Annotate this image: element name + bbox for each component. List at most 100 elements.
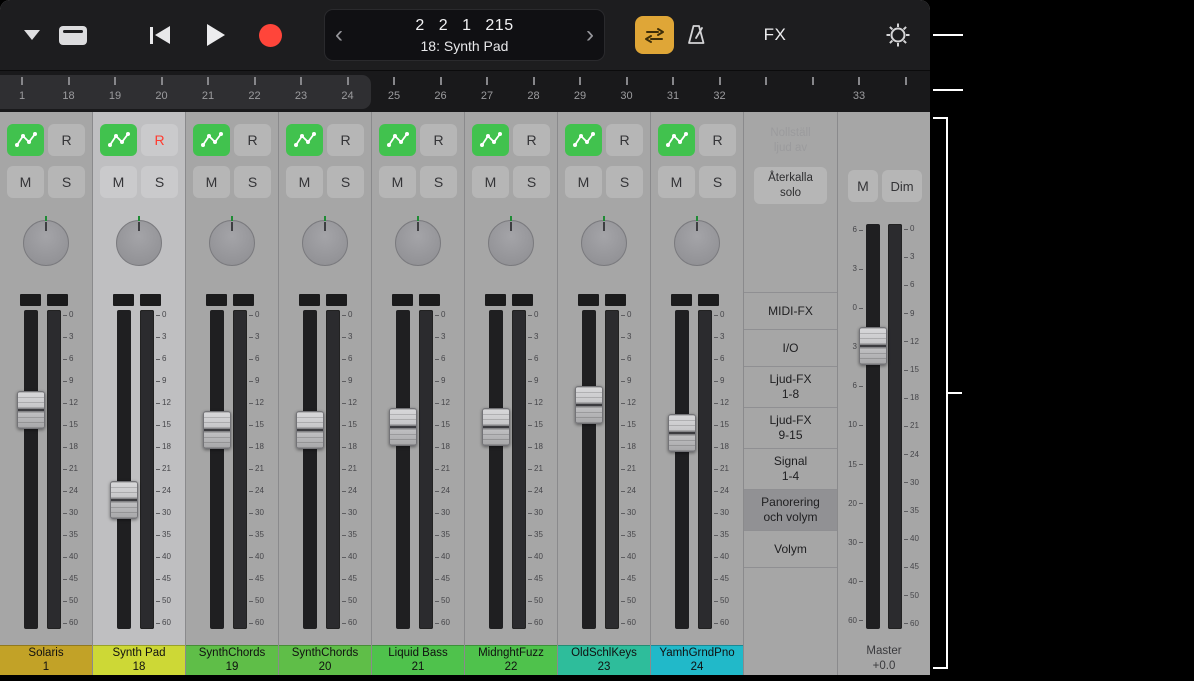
library-button[interactable]	[58, 25, 88, 46]
automation-button[interactable]	[193, 124, 230, 156]
cycle-button[interactable]	[635, 16, 674, 54]
pan-knob[interactable]	[581, 220, 627, 266]
pan-knob[interactable]	[116, 220, 162, 266]
fx-button[interactable]: FX	[759, 25, 791, 45]
track-name: SynthChords	[292, 647, 358, 661]
solo-button[interactable]: S	[699, 166, 736, 198]
disclosure-menu-icon[interactable]	[24, 30, 40, 40]
fader-zone: 03691215182124303540455060	[372, 292, 464, 645]
channel-strip[interactable]: R M S 03691215182124303540455060 SynthCh…	[186, 112, 279, 675]
mute-button[interactable]: M	[658, 166, 695, 198]
record-enable-button[interactable]: R	[606, 124, 643, 156]
automation-button[interactable]	[379, 124, 416, 156]
pan-pointer	[324, 222, 326, 231]
scale-mark: 50	[342, 597, 368, 605]
reset-mute-button[interactable]: Nollställ ljud av	[750, 126, 831, 156]
pan-knob[interactable]	[23, 220, 69, 266]
ruler-tick	[347, 77, 349, 85]
pan-knob[interactable]	[302, 220, 348, 266]
pan-knob[interactable]	[488, 220, 534, 266]
record-enable-button[interactable]: R	[420, 124, 457, 156]
metronome-button[interactable]	[685, 23, 708, 46]
automation-button[interactable]	[7, 124, 44, 156]
master-mute-button[interactable]: M	[848, 170, 878, 202]
play-button[interactable]	[207, 24, 225, 46]
fader-zone: 03691215182124303540455060	[186, 292, 278, 645]
track-label[interactable]: Solaris 1	[0, 645, 92, 675]
track-label[interactable]: SynthChords 20	[279, 645, 371, 675]
record-enable-button[interactable]: R	[327, 124, 364, 156]
track-label[interactable]: Liquid Bass 21	[372, 645, 464, 675]
channel-strip[interactable]: R M S 03691215182124303540455060 Solaris…	[0, 112, 93, 675]
master-fader-cap[interactable]	[859, 327, 887, 365]
mute-button[interactable]: M	[100, 166, 137, 198]
pan-knob[interactable]	[395, 220, 441, 266]
automation-button[interactable]	[658, 124, 695, 156]
fader-cap[interactable]	[389, 408, 417, 446]
automation-button[interactable]	[286, 124, 323, 156]
automation-button[interactable]	[100, 124, 137, 156]
track-label[interactable]: SynthChords 19	[186, 645, 278, 675]
solo-button[interactable]: S	[141, 166, 178, 198]
fader-cap[interactable]	[203, 411, 231, 449]
track-number: 22	[505, 661, 518, 675]
record-button[interactable]	[259, 24, 282, 47]
record-enable-button[interactable]: R	[48, 124, 85, 156]
fader-cap[interactable]	[575, 386, 603, 424]
master-strip[interactable]: M Dim 63036101520304060 0369121518212430…	[838, 112, 930, 675]
strips-container: R M S 03691215182124303540455060 Solaris…	[0, 112, 744, 675]
automation-button[interactable]	[565, 124, 602, 156]
fader-cap[interactable]	[296, 411, 324, 449]
mute-button[interactable]: M	[472, 166, 509, 198]
solo-button[interactable]: S	[48, 166, 85, 198]
view-audio-fx-1-8[interactable]: Ljud-FX 1-8	[744, 367, 837, 408]
solo-button[interactable]: S	[606, 166, 643, 198]
fader-cap[interactable]	[482, 408, 510, 446]
rewind-button[interactable]	[150, 26, 170, 44]
view-volume[interactable]: Volym	[744, 531, 837, 568]
view-io[interactable]: I/O	[744, 330, 837, 367]
track-label[interactable]: Synth Pad 18	[93, 645, 185, 675]
mute-button[interactable]: M	[286, 166, 323, 198]
track-label[interactable]: OldSchlKeys 23	[558, 645, 650, 675]
channel-strip[interactable]: R M S 03691215182124303540455060 YamhGrn…	[651, 112, 744, 675]
channel-strip[interactable]: R M S 03691215182124303540455060 OldSchl…	[558, 112, 651, 675]
mute-button[interactable]: M	[565, 166, 602, 198]
record-enable-button[interactable]: R	[141, 124, 178, 156]
pan-pointer	[510, 222, 512, 231]
ruler-number: 30	[620, 90, 632, 102]
channel-strip[interactable]: R M S 03691215182124303540455060 Midnght…	[465, 112, 558, 675]
lcd-prev-icon[interactable]: ‹	[335, 10, 343, 60]
fader-cap[interactable]	[110, 481, 138, 519]
track-label[interactable]: MidnghtFuzz 22	[465, 645, 557, 675]
solo-button[interactable]: S	[420, 166, 457, 198]
fader-cap[interactable]	[668, 414, 696, 452]
recall-solo-button[interactable]: Återkalla solo	[754, 167, 827, 204]
bar-ruler[interactable]: 118192021222324252627282930313233	[0, 70, 930, 112]
dim-button[interactable]: Dim	[882, 170, 922, 202]
channel-strip[interactable]: R M S 03691215182124303540455060 SynthCh…	[279, 112, 372, 675]
mute-button[interactable]: M	[7, 166, 44, 198]
record-enable-button[interactable]: R	[699, 124, 736, 156]
record-enable-button[interactable]: R	[234, 124, 271, 156]
mute-button[interactable]: M	[379, 166, 416, 198]
view-pan-and-volume[interactable]: Panorering och volym	[744, 490, 837, 531]
view-audio-fx-9-15[interactable]: Ljud-FX 9-15	[744, 408, 837, 449]
track-label[interactable]: YamhGrndPno 24	[651, 645, 743, 675]
channel-strip[interactable]: R M S 03691215182124303540455060 Liquid …	[372, 112, 465, 675]
record-enable-button[interactable]: R	[513, 124, 550, 156]
lcd-display[interactable]: ‹ 2 2 1 215 18: Synth Pad ›	[324, 9, 605, 61]
mute-button[interactable]: M	[193, 166, 230, 198]
solo-button[interactable]: S	[234, 166, 271, 198]
automation-button[interactable]	[472, 124, 509, 156]
pan-knob[interactable]	[209, 220, 255, 266]
settings-gear-button[interactable]	[884, 21, 912, 49]
solo-button[interactable]: S	[513, 166, 550, 198]
view-midi-fx[interactable]: MIDI-FX	[744, 293, 837, 330]
lcd-next-icon[interactable]: ›	[586, 10, 594, 60]
solo-button[interactable]: S	[327, 166, 364, 198]
pan-knob[interactable]	[674, 220, 720, 266]
view-sends-1-4[interactable]: Signal 1-4	[744, 449, 837, 490]
channel-strip[interactable]: R M S 03691215182124303540455060 Synth P…	[93, 112, 186, 675]
fader-cap[interactable]	[17, 391, 45, 429]
